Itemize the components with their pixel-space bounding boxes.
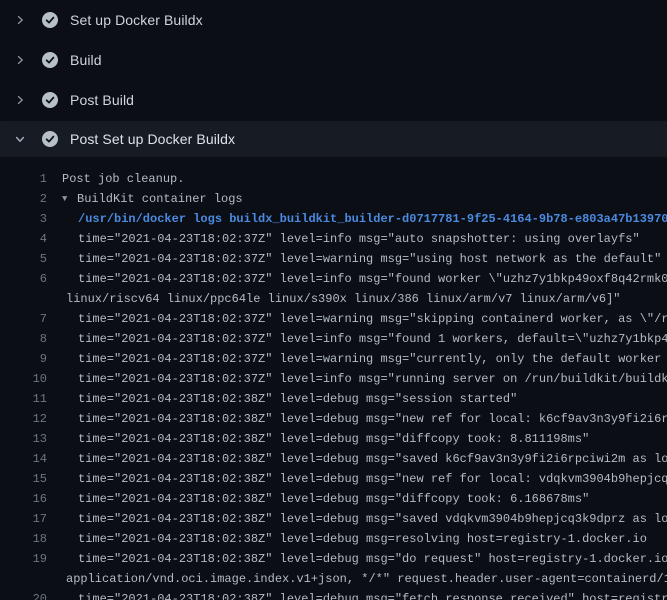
line-number[interactable]: 6 [0,269,47,289]
line-number[interactable]: 7 [0,309,47,329]
log-line-group-header: 2 ▼ BuildKit container logs [0,189,667,209]
log-line: 11 time="2021-04-23T18:02:38Z" level=deb… [0,389,667,409]
step-row-post-build[interactable]: Post Build [0,80,667,120]
log-line: 3 /usr/bin/docker logs buildx_buildkit_b… [0,209,667,229]
log-line: 19 time="2021-04-23T18:02:38Z" level=deb… [0,549,667,569]
log-text: time="2021-04-23T18:02:38Z" level=debug … [78,509,667,529]
log-text: application/vnd.oci.image.index.v1+json,… [66,569,667,589]
log-line-wrapped: application/vnd.oci.image.index.v1+json,… [0,569,667,589]
log-line: 9 time="2021-04-23T18:02:37Z" level=warn… [0,349,667,369]
check-circle-icon [42,12,58,28]
line-number[interactable]: 3 [0,209,47,229]
step-title: Set up Docker Buildx [70,12,203,28]
line-number[interactable]: 17 [0,509,47,529]
log-line: 10 time="2021-04-23T18:02:37Z" level=inf… [0,369,667,389]
group-toggle-icon[interactable]: ▼ [62,189,67,209]
chevron-down-icon [12,131,28,147]
log-line: 5 time="2021-04-23T18:02:37Z" level=warn… [0,249,667,269]
log-text: time="2021-04-23T18:02:38Z" level=debug … [78,529,647,549]
log-line: 18 time="2021-04-23T18:02:38Z" level=deb… [0,529,667,549]
log-text: time="2021-04-23T18:02:38Z" level=debug … [78,389,517,409]
log-text: time="2021-04-23T18:02:37Z" level=warnin… [78,309,667,329]
log-text: time="2021-04-23T18:02:38Z" level=debug … [78,429,589,449]
log-line: 7 time="2021-04-23T18:02:37Z" level=warn… [0,309,667,329]
log-line: 1 Post job cleanup. [0,169,667,189]
line-number[interactable]: 14 [0,449,47,469]
log-text: time="2021-04-23T18:02:38Z" level=debug … [78,589,667,600]
line-number[interactable]: 11 [0,389,47,409]
log-text: time="2021-04-23T18:02:37Z" level=warnin… [78,249,661,269]
log-text: linux/riscv64 linux/ppc64le linux/s390x … [66,289,621,309]
log-text: time="2021-04-23T18:02:38Z" level=debug … [78,549,667,569]
log-line: 14 time="2021-04-23T18:02:38Z" level=deb… [0,449,667,469]
log-line: 6 time="2021-04-23T18:02:37Z" level=info… [0,269,667,289]
log-text: time="2021-04-23T18:02:37Z" level=info m… [78,229,640,249]
step-row-setup-docker-buildx[interactable]: Set up Docker Buildx [0,0,667,40]
log-text: time="2021-04-23T18:02:37Z" level=warnin… [78,349,667,369]
line-number[interactable]: 15 [0,469,47,489]
log-text: time="2021-04-23T18:02:37Z" level=info m… [78,329,667,349]
log-line: 4 time="2021-04-23T18:02:37Z" level=info… [0,229,667,249]
log-text: time="2021-04-23T18:02:37Z" level=info m… [78,269,667,289]
actions-log-viewer: Set up Docker Buildx Build Post Build [0,0,667,600]
log-text: time="2021-04-23T18:02:38Z" level=debug … [78,449,667,469]
chevron-right-icon [12,12,28,28]
check-circle-icon [42,52,58,68]
log-section: 1 Post job cleanup. 2 ▼ BuildKit contain… [0,169,667,600]
log-line: 20 time="2021-04-23T18:02:38Z" level=deb… [0,589,667,600]
log-text: time="2021-04-23T18:02:38Z" level=debug … [78,489,589,509]
line-number[interactable]: 19 [0,549,47,569]
line-number[interactable]: 13 [0,429,47,449]
step-title: Post Build [70,92,134,108]
steps-section: Set up Docker Buildx Build Post Build [0,0,667,157]
line-number[interactable]: 1 [0,169,47,189]
log-line: 16 time="2021-04-23T18:02:38Z" level=deb… [0,489,667,509]
line-number[interactable]: 18 [0,529,47,549]
line-number[interactable]: 8 [0,329,47,349]
log-line: 8 time="2021-04-23T18:02:37Z" level=info… [0,329,667,349]
log-line: 13 time="2021-04-23T18:02:38Z" level=deb… [0,429,667,449]
line-number[interactable]: 2 [0,189,47,209]
line-number[interactable]: 5 [0,249,47,269]
line-number[interactable]: 9 [0,349,47,369]
line-number[interactable]: 12 [0,409,47,429]
log-text: Post job cleanup. [62,169,184,189]
group-title[interactable]: BuildKit container logs [77,189,243,209]
chevron-right-icon [12,92,28,108]
line-number[interactable]: 4 [0,229,47,249]
log-text: time="2021-04-23T18:02:37Z" level=info m… [78,369,667,389]
log-text: time="2021-04-23T18:02:38Z" level=debug … [78,409,667,429]
log-line: 17 time="2021-04-23T18:02:38Z" level=deb… [0,509,667,529]
line-number[interactable]: 20 [0,589,47,600]
log-line-wrapped: linux/riscv64 linux/ppc64le linux/s390x … [0,289,667,309]
line-number[interactable]: 10 [0,369,47,389]
log-command-text: /usr/bin/docker logs buildx_buildkit_bui… [78,209,667,229]
log-line: 12 time="2021-04-23T18:02:38Z" level=deb… [0,409,667,429]
check-circle-icon [42,92,58,108]
step-title: Post Set up Docker Buildx [70,131,235,147]
log-text: time="2021-04-23T18:02:38Z" level=debug … [78,469,667,489]
log-line: 15 time="2021-04-23T18:02:38Z" level=deb… [0,469,667,489]
chevron-right-icon [12,52,28,68]
step-row-post-setup-docker-buildx[interactable]: Post Set up Docker Buildx [0,121,667,157]
line-number[interactable]: 16 [0,489,47,509]
step-row-build[interactable]: Build [0,40,667,80]
check-circle-icon [42,131,58,147]
step-title: Build [70,52,102,68]
